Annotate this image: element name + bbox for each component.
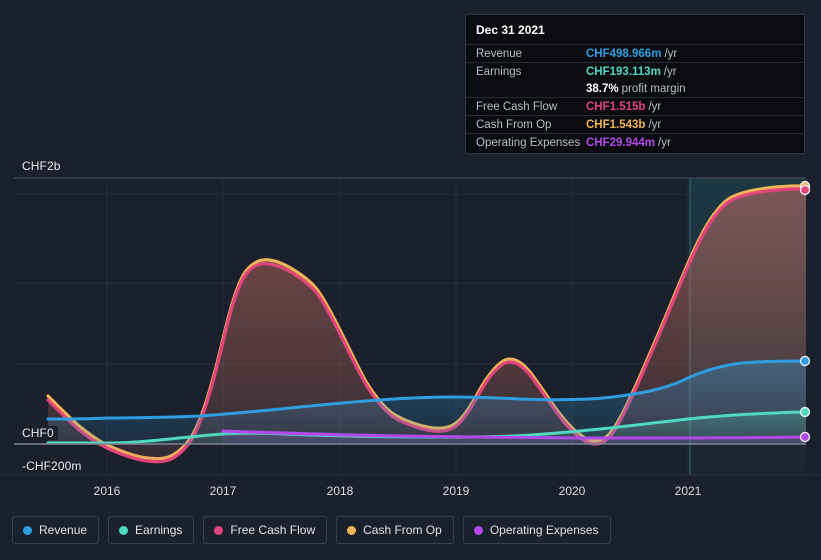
- tooltip-label-cash-from-op: Cash From Op: [476, 119, 552, 131]
- tooltip-value-operating-expenses: CHF29.944m: [586, 137, 656, 149]
- y-axis-label-top: CHF2b: [22, 159, 65, 173]
- tooltip-value-free-cash-flow: CHF1.515b: [586, 101, 646, 113]
- legend-item-cash-from-op[interactable]: Cash From Op: [336, 516, 454, 544]
- y-axis-label-zero: CHF0: [22, 426, 58, 440]
- tooltip-unit-cash-from-op: /yr: [648, 119, 662, 131]
- endpoint-revenue: [799, 355, 811, 367]
- legend-dot-revenue: [23, 525, 32, 535]
- tooltip-value-profit-margin: 38.7%: [586, 83, 619, 95]
- tooltip-value-earnings: CHF193.113m: [586, 66, 661, 78]
- chart-legend: Revenue Earnings Free Cash Flow Cash Fro…: [12, 516, 611, 544]
- legend-label-operating-expenses: Operating Expenses: [489, 523, 599, 537]
- y-axis-label-bottom: -CHF200m: [22, 459, 86, 473]
- tooltip-unit-revenue: /yr: [664, 48, 678, 60]
- tooltip-unit-profit-margin: profit margin: [621, 83, 686, 95]
- chart-screen: CHF2b CHF0 -CHF200m 2016 2017 2018 2019 …: [0, 0, 821, 560]
- tooltip-label-revenue: Revenue: [476, 48, 523, 60]
- tooltip-row-cash-from-op: Cash From Op CHF1.543b /yr: [466, 115, 804, 133]
- legend-item-free-cash-flow[interactable]: Free Cash Flow: [203, 516, 328, 544]
- tooltip-date: Dec 31 2021: [476, 23, 545, 37]
- legend-label-free-cash-flow: Free Cash Flow: [230, 523, 316, 537]
- tooltip-row-operating-expenses: Operating Expenses CHF29.944m /yr: [466, 133, 804, 151]
- tooltip-row-free-cash-flow: Free Cash Flow CHF1.515b /yr: [466, 97, 804, 115]
- tooltip-unit-operating-expenses: /yr: [658, 137, 671, 149]
- x-axis-label-2019: 2019: [442, 484, 470, 498]
- x-axis-label-2018: 2018: [326, 484, 354, 498]
- chart-tooltip: Dec 31 2021 Revenue CHF498.966m /yr Earn…: [465, 14, 805, 154]
- tooltip-label-earnings: Earnings: [476, 66, 522, 78]
- endpoint-free-cash-flow: [799, 184, 811, 196]
- tooltip-label-operating-expenses: Operating Expenses: [476, 137, 581, 149]
- legend-label-earnings: Earnings: [135, 523, 183, 537]
- tooltip-label-free-cash-flow: Free Cash Flow: [476, 101, 558, 113]
- tooltip-value-revenue: CHF498.966m: [586, 48, 662, 60]
- legend-label-cash-from-op: Cash From Op: [363, 523, 442, 537]
- tooltip-value-cash-from-op: CHF1.543b: [586, 119, 646, 131]
- endpoint-earnings: [799, 406, 811, 418]
- legend-dot-cash-from-op: [347, 525, 357, 535]
- legend-item-operating-expenses[interactable]: Operating Expenses: [462, 516, 611, 544]
- legend-label-revenue: Revenue: [39, 523, 88, 537]
- tooltip-unit-free-cash-flow: /yr: [648, 101, 662, 113]
- endpoint-operating-expenses: [799, 431, 811, 443]
- tooltip-row-earnings: Earnings CHF193.113m /yr: [466, 62, 804, 80]
- x-axis-label-2021: 2021: [674, 484, 702, 498]
- x-axis-label-2017: 2017: [209, 484, 237, 498]
- x-axis-label-2016: 2016: [93, 484, 121, 498]
- legend-dot-earnings: [119, 525, 129, 535]
- tooltip-row-profit-margin: 38.7% profit margin: [466, 80, 804, 97]
- tooltip-unit-earnings: /yr: [663, 66, 677, 78]
- legend-item-revenue[interactable]: Revenue: [12, 516, 100, 544]
- legend-dot-free-cash-flow: [214, 525, 224, 535]
- x-axis-label-2020: 2020: [558, 484, 586, 498]
- legend-item-earnings[interactable]: Earnings: [108, 516, 195, 544]
- tooltip-row-revenue: Revenue CHF498.966m /yr: [466, 44, 804, 62]
- legend-dot-operating-expenses: [473, 525, 483, 535]
